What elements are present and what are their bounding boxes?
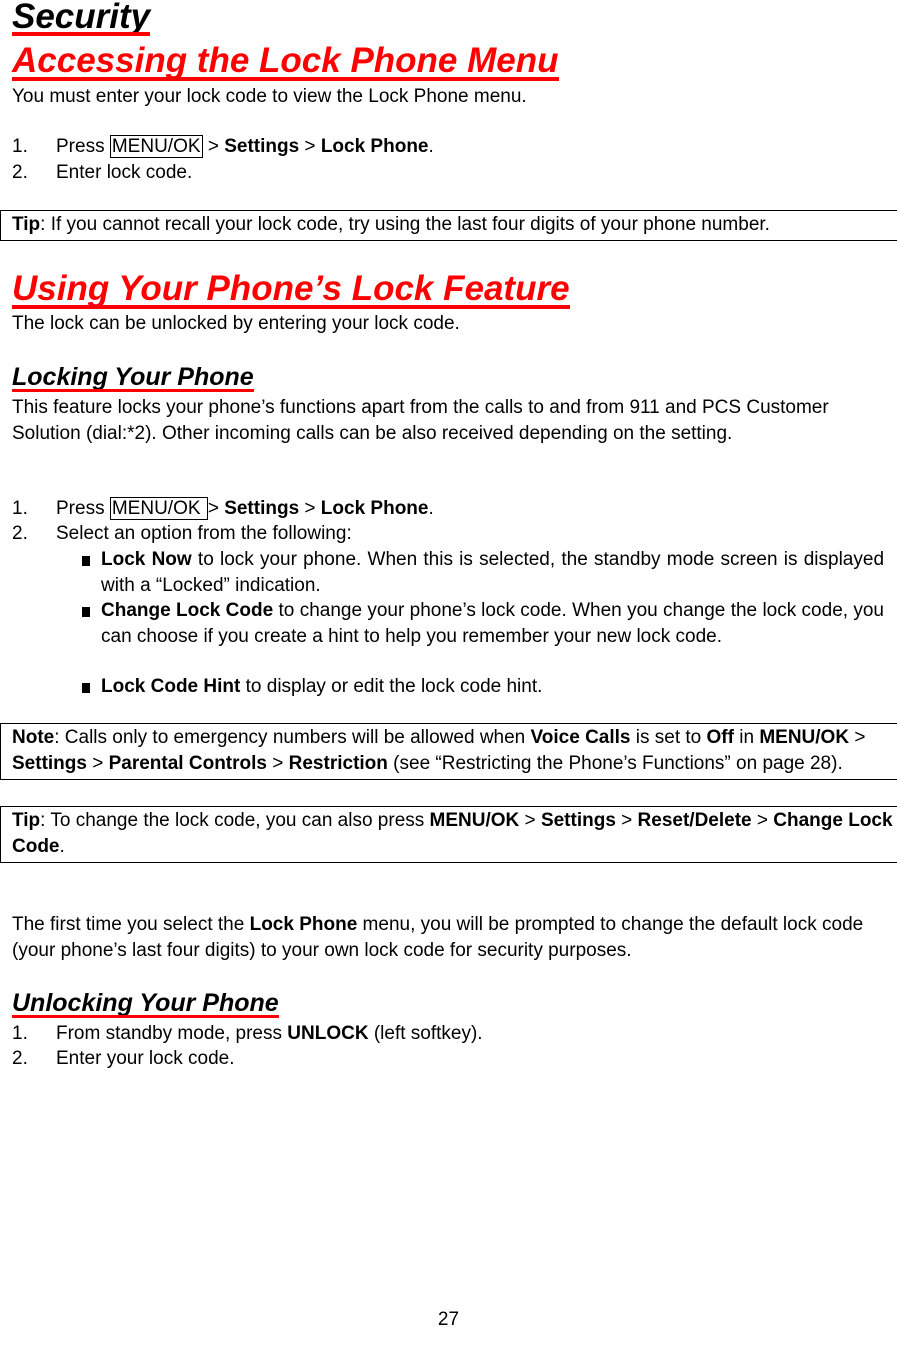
- tip-box-change-code: Tip: To change the lock code, you can al…: [0, 806, 897, 863]
- note-box-emergency-calls: Note: Calls only to emergency numbers wi…: [0, 723, 897, 780]
- separator: >: [751, 810, 774, 831]
- option-lock-now: Lock Now to lock your phone. When this i…: [82, 547, 884, 599]
- option-label: Change Lock Code: [101, 600, 274, 621]
- unlocking-step-1: 1. From standby mode, press UNLOCK (left …: [12, 1021, 483, 1047]
- step-number: 2.: [12, 1048, 28, 1069]
- accessing-step-1: 1. Press MENU/OK > Settings > Lock Phone.: [12, 134, 434, 160]
- lock-phone-label: Lock Phone: [320, 498, 429, 519]
- unlock-label: UNLOCK: [287, 1023, 369, 1044]
- note-label: Note: [12, 727, 55, 748]
- step-text: Select an option from the following:: [56, 523, 352, 544]
- settings-label: Settings: [540, 810, 616, 831]
- section-title-text: Security: [12, 0, 151, 36]
- step-number: 1.: [12, 136, 28, 157]
- separator: >: [202, 136, 225, 157]
- step-text: From standby mode, press: [56, 1023, 288, 1044]
- locking-step-1: 1. Press MENU/OK > Settings > Lock Phone.: [12, 496, 434, 522]
- menu-ok-label: MENU/OK: [429, 810, 520, 831]
- square-bullet-icon: [82, 683, 90, 693]
- lock-phone-label: Lock Phone: [320, 136, 429, 157]
- separator: >: [207, 498, 225, 519]
- step-text: Enter your lock code.: [56, 1048, 235, 1069]
- accessing-intro: You must enter your lock code to view th…: [12, 86, 527, 107]
- period: .: [428, 136, 434, 157]
- step-number: 2.: [12, 162, 28, 183]
- heading-underline: [12, 1015, 279, 1018]
- lock-phone-label: Lock Phone: [249, 914, 358, 935]
- settings-label: Settings: [224, 136, 300, 157]
- step-number: 2.: [12, 523, 28, 544]
- option-label: Lock Code Hint: [101, 676, 241, 697]
- separator: >: [266, 753, 289, 774]
- step-text: (left softkey).: [368, 1023, 483, 1044]
- menu-ok-key: MENU/OK: [109, 497, 208, 520]
- restriction-label: Restriction: [288, 753, 388, 774]
- note-text: : Calls only to emergency numbers will b…: [54, 727, 531, 748]
- first-time-paragraph: The first time you select the Lock Phone…: [12, 912, 884, 964]
- heading-locking-your-phone: Locking Your Phone: [12, 362, 254, 392]
- heading-underline: [12, 305, 570, 309]
- locking-step-2: 2. Select an option from the following:: [12, 521, 352, 547]
- square-bullet-icon: [82, 556, 90, 566]
- paragraph-text: The first time you select the: [12, 914, 250, 935]
- note-text: (see “Restricting the Phone’s Functions”…: [387, 753, 843, 774]
- parental-controls-label: Parental Controls: [108, 753, 267, 774]
- note-text: in: [733, 727, 760, 748]
- option-text: Lock Now to lock your phone. When this i…: [101, 547, 884, 599]
- tip-text: : If you cannot recall your lock code, t…: [40, 214, 770, 235]
- step-text: Press: [56, 498, 110, 519]
- separator: >: [519, 810, 541, 831]
- voice-calls-label: Voice Calls: [530, 727, 631, 748]
- accessing-step-2: 2. Enter lock code.: [12, 160, 192, 186]
- reset-delete-label: Reset/Delete: [637, 810, 752, 831]
- step-number: 1.: [12, 1023, 28, 1044]
- heading-underline: [12, 32, 151, 36]
- option-lock-code-hint: Lock Code Hint to display or edit the lo…: [82, 674, 884, 700]
- menu-ok-label: MENU/OK: [759, 727, 850, 748]
- tip-label: Tip: [12, 214, 41, 235]
- heading-accessing-lock-menu: Accessing the Lock Phone Menu: [12, 40, 559, 82]
- note-text: is set to: [630, 727, 707, 748]
- locking-description: This feature locks your phone’s function…: [12, 397, 829, 444]
- option-label: Lock Now: [101, 549, 192, 570]
- step-text: Press: [56, 136, 110, 157]
- settings-label: Settings: [12, 753, 87, 774]
- period: .: [428, 498, 434, 519]
- separator: >: [299, 498, 321, 519]
- option-description: to lock your phone. When this is selecte…: [101, 549, 885, 596]
- step-text: Enter lock code.: [56, 162, 193, 183]
- tip-text: : To change the lock code, you can also …: [40, 810, 430, 831]
- separator: >: [299, 136, 321, 157]
- heading-underline: [12, 389, 254, 392]
- settings-label: Settings: [224, 498, 300, 519]
- separator: >: [86, 753, 109, 774]
- option-text: Lock Code Hint to display or edit the lo…: [101, 674, 884, 700]
- heading-text: Using Your Phone’s Lock Feature: [12, 269, 570, 308]
- heading-unlocking-your-phone: Unlocking Your Phone: [12, 988, 279, 1018]
- option-text: Change Lock Code to change your phone’s …: [101, 598, 884, 650]
- tip-label: Tip: [12, 810, 41, 831]
- period: .: [59, 836, 65, 857]
- square-bullet-icon: [82, 607, 90, 617]
- heading-text: Locking Your Phone: [12, 363, 254, 391]
- heading-text: Accessing the Lock Phone Menu: [12, 41, 559, 80]
- page-number: 27: [437, 1309, 460, 1330]
- tip-box-lock-code: Tip: If you cannot recall your lock code…: [0, 210, 897, 241]
- off-label: Off: [706, 727, 734, 748]
- section-title: Security: [12, 0, 151, 38]
- using-intro: The lock can be unlocked by entering you…: [12, 313, 460, 334]
- separator: >: [615, 810, 638, 831]
- menu-ok-key: MENU/OK: [109, 135, 203, 158]
- heading-underline: [12, 77, 559, 81]
- heading-text: Unlocking Your Phone: [12, 989, 279, 1017]
- separator: >: [849, 727, 866, 748]
- heading-using-lock-feature: Using Your Phone’s Lock Feature: [12, 268, 570, 310]
- unlocking-step-2: 2. Enter your lock code.: [12, 1046, 234, 1072]
- option-change-lock-code: Change Lock Code to change your phone’s …: [82, 598, 884, 650]
- option-description: to display or edit the lock code hint.: [240, 676, 543, 697]
- step-number: 1.: [12, 498, 28, 519]
